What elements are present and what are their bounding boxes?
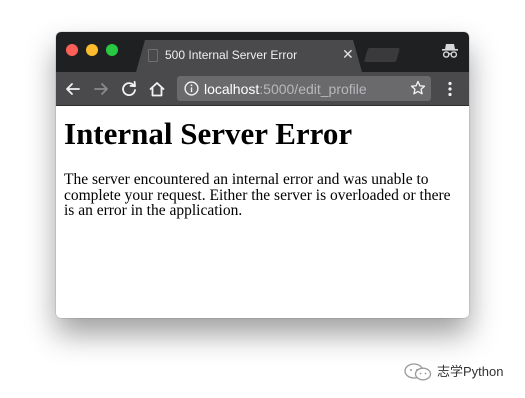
url-path: :5000/edit_profile	[259, 81, 367, 97]
window-minimize-button[interactable]	[86, 44, 98, 56]
forward-arrow-icon[interactable]	[92, 80, 110, 98]
error-message: The server encountered an internal error…	[64, 171, 451, 219]
close-icon[interactable]: ✕	[342, 46, 354, 62]
url-host: localhost	[204, 81, 260, 97]
kebab-menu-icon[interactable]	[444, 80, 456, 98]
page-content: Internal Server Error The server encount…	[56, 106, 469, 318]
address-bar[interactable]: localhost:5000/edit_profile	[177, 76, 431, 101]
browser-toolbar: localhost:5000/edit_profile	[56, 72, 469, 106]
title-bar: 500 Internal Server Error ✕	[56, 32, 469, 72]
page-icon	[148, 49, 158, 62]
window-close-button[interactable]	[66, 44, 78, 56]
browser-window: 500 Internal Server Error ✕ localhost:50…	[56, 32, 469, 318]
info-icon[interactable]	[184, 81, 199, 96]
url-text[interactable]: localhost:5000/edit_profile	[204, 81, 367, 97]
back-arrow-icon[interactable]	[64, 80, 82, 98]
new-tab-button[interactable]	[363, 48, 401, 62]
page-title: Internal Server Error	[64, 116, 353, 151]
star-icon[interactable]	[410, 80, 426, 96]
browser-tab[interactable]: 500 Internal Server Error ✕	[136, 40, 362, 72]
home-icon[interactable]	[148, 80, 166, 98]
window-zoom-button[interactable]	[106, 44, 118, 56]
incognito-icon	[442, 44, 458, 58]
tab-title: 500 Internal Server Error	[165, 48, 298, 62]
watermark-text: 志学Python	[437, 364, 504, 379]
reload-icon[interactable]	[120, 80, 138, 98]
wechat-icon	[404, 363, 432, 381]
